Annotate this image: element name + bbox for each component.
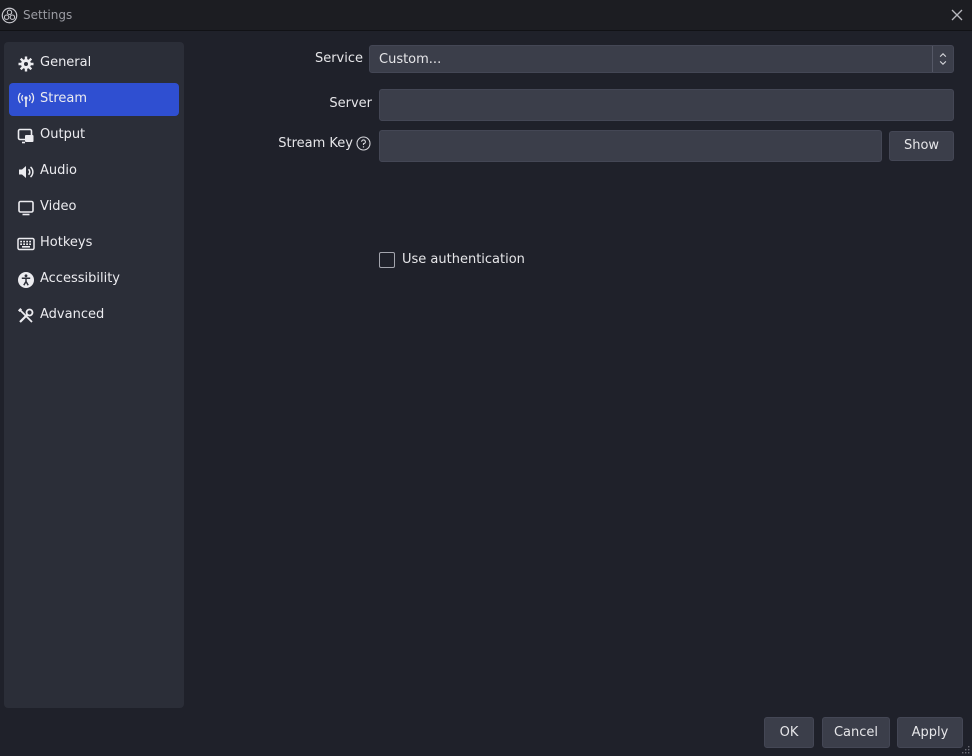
help-icon[interactable] [356, 136, 371, 151]
stream-key-input[interactable] [379, 130, 882, 162]
speaker-icon [19, 166, 34, 178]
sidebar-item-output[interactable]: Output [9, 119, 179, 152]
keyboard-icon [17, 237, 35, 251]
sidebar-item-general[interactable]: General [9, 47, 179, 80]
close-icon[interactable] [948, 6, 966, 24]
cancel-button[interactable]: Cancel [822, 717, 890, 748]
resize-grip-icon[interactable] [962, 746, 970, 754]
tools-icon [17, 307, 34, 323]
sidebar-item-label: Hotkeys [40, 235, 93, 250]
sidebar-item-label: Output [40, 127, 86, 142]
chevron-up-down-icon [932, 46, 947, 72]
use-authentication-checkbox[interactable] [379, 252, 395, 268]
server-input[interactable] [379, 89, 954, 121]
accessibility-icon [18, 272, 34, 288]
settings-window: Settings General Stream Output Audio Vid… [0, 0, 972, 756]
service-value: Custom... [379, 52, 442, 67]
use-authentication-label[interactable]: Use authentication [402, 252, 525, 267]
monitor-icon [18, 200, 34, 216]
settings-sidebar: General Stream Output Audio Video Hotkey… [4, 42, 184, 708]
sidebar-item-advanced[interactable]: Advanced [9, 299, 179, 332]
apply-button[interactable]: Apply [897, 717, 963, 748]
ok-button[interactable]: OK [764, 717, 814, 748]
sidebar-item-hotkeys[interactable]: Hotkeys [9, 227, 179, 260]
sidebar-item-accessibility[interactable]: Accessibility [9, 263, 179, 296]
sidebar-item-label: Accessibility [40, 271, 120, 286]
title-bar: Settings [0, 0, 972, 31]
sidebar-item-stream[interactable]: Stream [9, 83, 179, 116]
sidebar-item-label: Video [40, 199, 77, 214]
gear-icon [18, 56, 34, 72]
sidebar-item-label: Advanced [40, 307, 105, 322]
output-icon [17, 128, 34, 144]
show-key-button[interactable]: Show [889, 131, 954, 161]
stream-key-label: Stream Key [278, 136, 353, 151]
obs-logo-icon [1, 7, 18, 24]
window-title: Settings [23, 8, 73, 22]
sidebar-item-video[interactable]: Video [9, 191, 179, 224]
service-label: Service [314, 51, 363, 66]
antenna-icon [17, 92, 35, 107]
sidebar-item-label: Stream [40, 91, 88, 106]
sidebar-item-label: Audio [40, 163, 77, 178]
sidebar-item-audio[interactable]: Audio [9, 155, 179, 188]
sidebar-item-label: General [40, 55, 92, 70]
service-select[interactable]: Custom... [369, 45, 954, 73]
server-label: Server [329, 96, 372, 111]
